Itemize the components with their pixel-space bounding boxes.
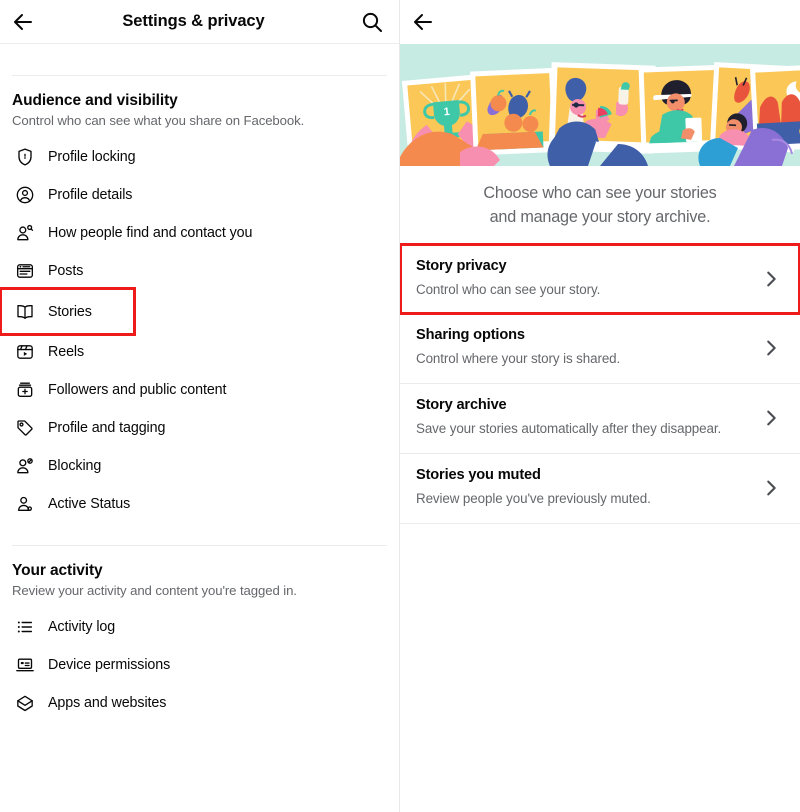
sidebar-item-apps-and-websites[interactable]: Apps and websites — [0, 684, 399, 722]
section-title: Audience and visibility — [12, 92, 178, 109]
option-row-story-archive[interactable]: Story archive Save your stories automati… — [400, 383, 800, 454]
apps-websites-icon — [12, 690, 38, 716]
hero-caption-line2: and manage your story archive. — [489, 207, 711, 226]
sidebar-item-blocking[interactable]: Blocking — [0, 447, 399, 485]
section-subtitle: Control who can see what you share on Fa… — [12, 113, 305, 128]
sidebar-item-profile-and-tagging[interactable]: Profile and tagging — [0, 409, 399, 447]
option-text: Sharing options Control where your story… — [416, 327, 758, 370]
svg-text:1: 1 — [443, 106, 450, 118]
sidebar-item-posts[interactable]: Posts — [0, 252, 399, 290]
chevron-right-icon[interactable] — [758, 337, 784, 359]
sidebar-item-label: Active Status — [48, 496, 131, 512]
list-icon — [12, 614, 38, 640]
section-your-activity: Your activity Review your activity and c… — [0, 546, 399, 598]
sidebar-item-label: Profile locking — [48, 149, 136, 165]
sidebar-item-how-people-find-you[interactable]: How people find and contact you — [0, 214, 399, 252]
sidebar-item-label: Profile and tagging — [48, 420, 166, 436]
option-title: Story privacy — [416, 257, 507, 274]
activity-menu-list: Activity log Device permissions Apps and… — [0, 598, 399, 722]
person-search-icon — [12, 220, 38, 246]
back-arrow-icon[interactable] — [0, 0, 46, 44]
person-status-icon — [12, 491, 38, 517]
settings-privacy-panel: Settings & privacy Audience and visibili… — [0, 0, 400, 812]
chevron-right-icon[interactable] — [758, 407, 784, 429]
sidebar-item-profile-locking[interactable]: Profile locking — [0, 138, 399, 176]
profile-circle-icon — [12, 182, 38, 208]
option-title: Sharing options — [416, 326, 525, 343]
option-title: Story archive — [416, 396, 507, 413]
followers-plus-icon — [12, 377, 38, 403]
search-icon[interactable] — [345, 0, 399, 44]
sidebar-item-followers-public-content[interactable]: Followers and public content — [0, 371, 399, 409]
page-title: Settings & privacy — [122, 12, 265, 30]
left-header: Settings & privacy — [0, 0, 399, 44]
section-title: Your activity — [12, 562, 103, 579]
hero-caption-line1: Choose who can see your stories — [483, 184, 717, 202]
sidebar-item-label: Blocking — [48, 458, 102, 474]
person-block-icon — [12, 453, 38, 479]
sidebar-item-label: Stories — [48, 303, 92, 320]
section-audience-visibility: Audience and visibility Control who can … — [0, 76, 399, 128]
sidebar-item-label: Posts — [48, 263, 84, 279]
story-options-list: Story privacy Control who can see your s… — [400, 242, 800, 524]
sidebar-item-label: Activity log — [48, 619, 116, 635]
sidebar-item-activity-log[interactable]: Activity log — [0, 608, 399, 646]
sidebar-item-stories[interactable]: Stories — [0, 287, 136, 336]
sidebar-item-label: How people find and contact you — [48, 225, 253, 241]
option-row-sharing-options[interactable]: Sharing options Control where your story… — [400, 313, 800, 384]
option-subtitle: Control who can see your story. — [416, 281, 601, 297]
book-open-icon — [12, 299, 38, 325]
audience-menu-list: Profile locking Profile details How peop… — [0, 128, 399, 523]
chevron-right-icon[interactable] — [758, 477, 784, 499]
right-header — [400, 0, 800, 44]
chevron-right-icon[interactable] — [758, 268, 784, 290]
option-text: Story privacy Control who can see your s… — [416, 258, 758, 301]
option-row-stories-you-muted[interactable]: Stories you muted Review people you've p… — [400, 453, 800, 524]
sidebar-item-active-status[interactable]: Active Status — [0, 485, 399, 523]
sidebar-item-label: Followers and public content — [48, 382, 227, 398]
reels-play-icon — [12, 339, 38, 365]
option-row-story-privacy[interactable]: Story privacy Control who can see your s… — [400, 242, 800, 315]
post-card-icon — [12, 258, 38, 284]
tag-icon — [12, 415, 38, 441]
option-text: Stories you muted Review people you've p… — [416, 467, 758, 510]
laptop-icon — [12, 652, 38, 678]
hero-caption: Choose who can see your stories and mana… — [400, 166, 800, 244]
stories-settings-panel: 1 Choose who can see your stories and ma… — [400, 0, 800, 812]
shield-lock-icon — [12, 144, 38, 170]
option-text: Story archive Save your stories automati… — [416, 397, 758, 440]
sidebar-item-profile-details[interactable]: Profile details — [0, 176, 399, 214]
option-subtitle: Review people you've previously muted. — [416, 490, 651, 506]
section-subtitle: Review your activity and content you're … — [12, 583, 297, 598]
sidebar-item-device-permissions[interactable]: Device permissions — [0, 646, 399, 684]
back-arrow-icon[interactable] — [400, 0, 446, 44]
option-subtitle: Save your stories automatically after th… — [416, 420, 722, 436]
option-subtitle: Control where your story is shared. — [416, 350, 621, 366]
sidebar-item-label: Device permissions — [48, 657, 171, 673]
sidebar-item-label: Reels — [48, 344, 85, 360]
sidebar-item-label: Apps and websites — [48, 695, 167, 711]
story-photos-illustration: 1 — [400, 44, 800, 166]
option-title: Stories you muted — [416, 466, 541, 483]
app-screen: Settings & privacy Audience and visibili… — [0, 0, 800, 812]
sidebar-item-reels[interactable]: Reels — [0, 333, 399, 371]
sidebar-item-label: Profile details — [48, 187, 133, 203]
